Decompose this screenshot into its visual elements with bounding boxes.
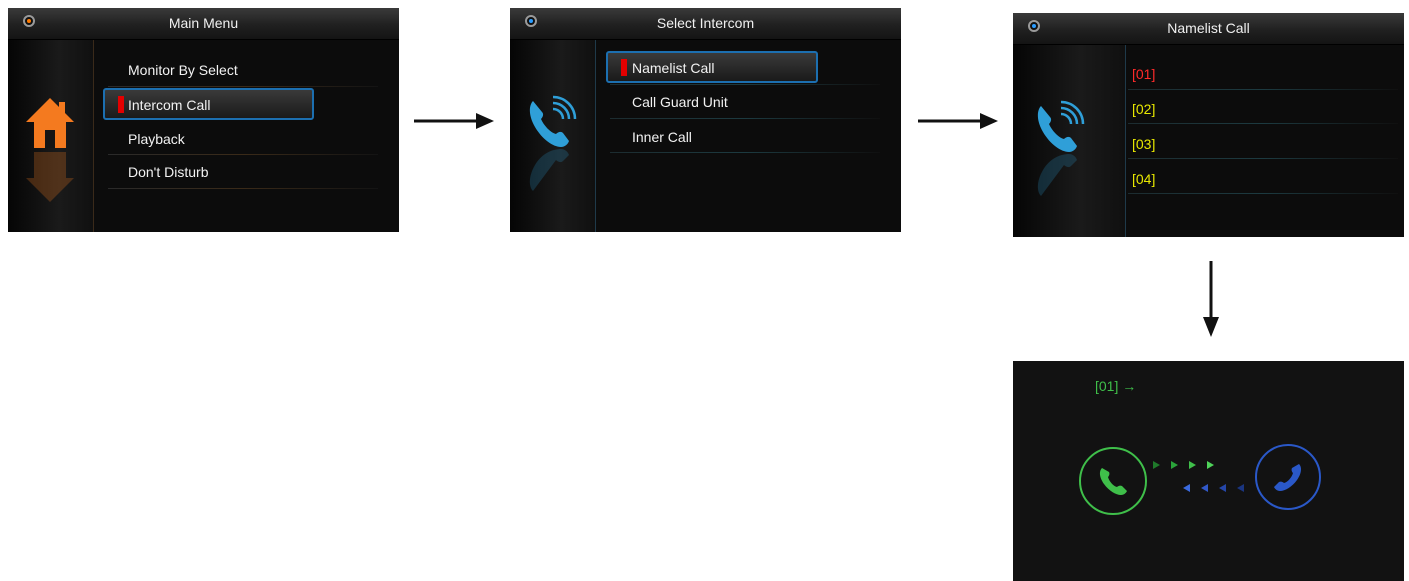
row-divider [1128, 123, 1398, 124]
call-target-label: [01] → [1095, 378, 1137, 394]
main-menu-screen: Main Menu Monitor By Select Intercom Cal… [8, 8, 399, 232]
namelist-entry-02[interactable]: [02] [1132, 94, 1155, 124]
menu-item-namelist-call[interactable]: Namelist Call [606, 51, 818, 83]
title-bar: Select Intercom [510, 8, 901, 40]
menu-item-label: Intercom Call [128, 97, 211, 113]
menu-item-monitor-by-select[interactable]: Monitor By Select [128, 55, 238, 85]
menu-item-call-guard-unit[interactable]: Call Guard Unit [632, 87, 728, 117]
flow-arrow-right-icon [918, 113, 998, 129]
row-divider [1128, 158, 1398, 159]
menu-item-intercom-call[interactable]: Intercom Call [103, 88, 314, 120]
menu-item-dont-disturb[interactable]: Don't Disturb [128, 157, 208, 187]
row-divider [610, 152, 880, 153]
namelist-call-screen: Namelist Call [01] [02] [03] [04] [1013, 13, 1404, 237]
row-divider [108, 86, 378, 87]
status-led-icon [23, 15, 35, 27]
row-divider [610, 118, 880, 119]
row-divider [108, 188, 378, 189]
title-bar: Main Menu [8, 8, 399, 40]
selection-marker [621, 59, 627, 76]
status-led-icon [1028, 20, 1040, 32]
call-answer-icon [1079, 447, 1147, 515]
screen-title: Main Menu [168, 15, 239, 31]
home-icon [26, 98, 74, 202]
row-divider [1128, 193, 1398, 194]
flow-arrow-right-icon [414, 113, 494, 129]
menu-item-inner-call[interactable]: Inner Call [632, 122, 692, 152]
select-intercom-screen: Select Intercom Namelist Call Call Guard… [510, 8, 901, 232]
status-led-icon [525, 15, 537, 27]
title-bar: Namelist Call [1013, 13, 1404, 45]
screen-title: Select Intercom [656, 15, 755, 31]
row-divider [108, 154, 378, 155]
flow-arrow-down-icon [1203, 261, 1219, 337]
selection-marker [118, 96, 124, 113]
intercom-phone-icon [529, 95, 577, 191]
row-divider [610, 84, 880, 85]
signal-blue-arrows-icon [1183, 484, 1244, 492]
sidebar [8, 40, 94, 232]
namelist-entry-03[interactable]: [03] [1132, 129, 1155, 159]
menu-item-label: Namelist Call [632, 60, 715, 76]
namelist-entry-04[interactable]: [04] [1132, 164, 1155, 194]
row-divider [1128, 89, 1398, 90]
screen-title: Namelist Call [1167, 20, 1250, 36]
intercom-phone-icon [1037, 100, 1085, 196]
sidebar [1013, 45, 1126, 237]
calling-screen: [01] → [1013, 361, 1404, 581]
call-remote-icon [1255, 444, 1321, 510]
namelist-entry-01[interactable]: [01] [1132, 59, 1155, 89]
sidebar [510, 40, 596, 232]
signal-green-arrows-icon [1153, 461, 1214, 469]
menu-item-playback[interactable]: Playback [128, 124, 185, 154]
